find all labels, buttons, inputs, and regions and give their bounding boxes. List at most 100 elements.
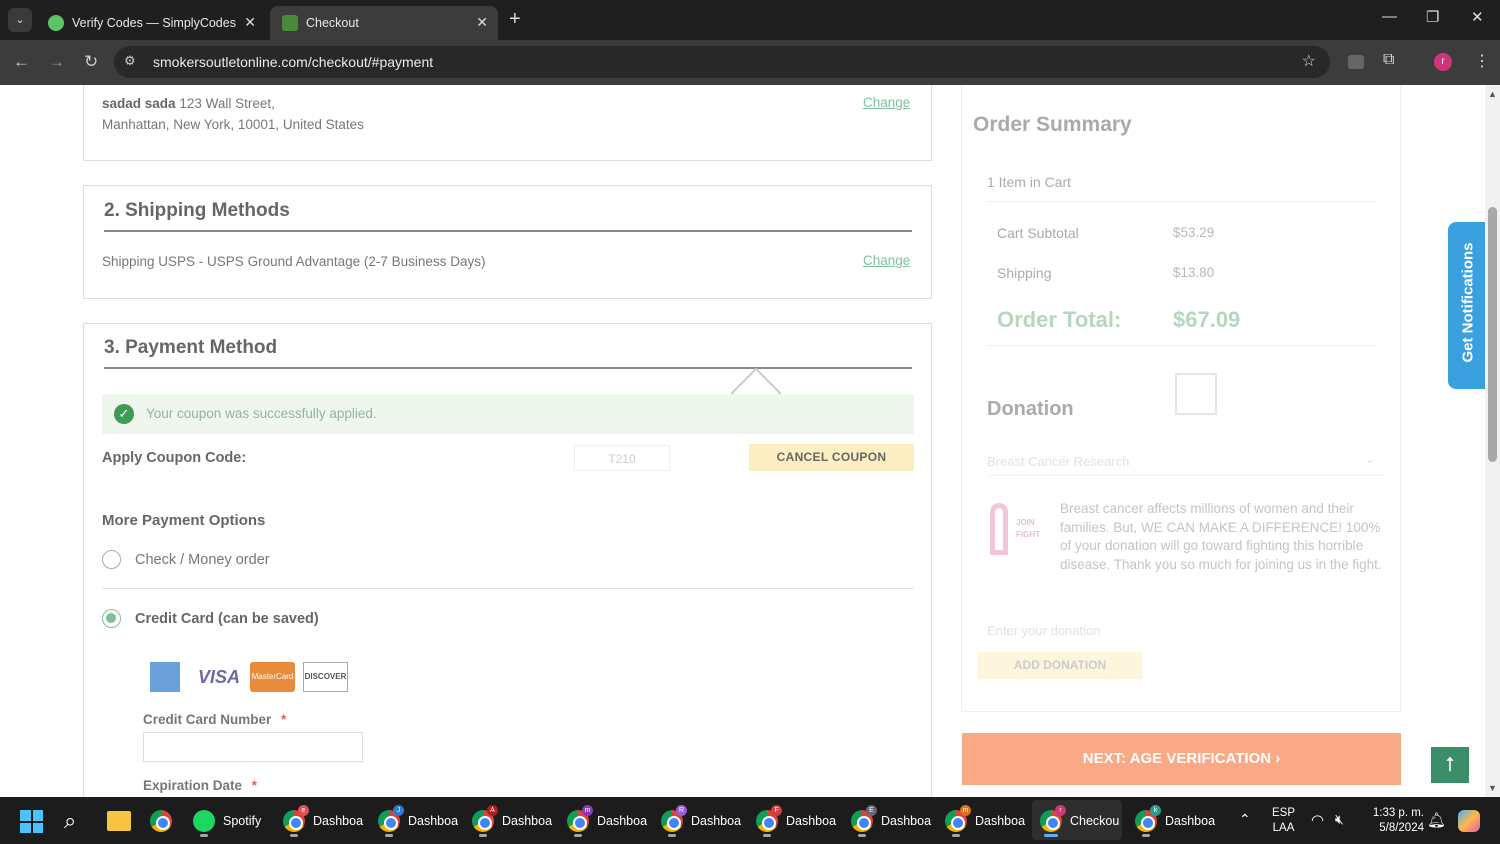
chrome-profile-icon: m <box>567 805 593 837</box>
browser-tab-bar: ⌄ Verify Codes — SimplyCodes ✕ Checkout … <box>0 0 1500 40</box>
payment-method-box: 3. Payment Method ✓ Your coupon was succ… <box>83 323 932 797</box>
close-window-icon[interactable]: ✕ <box>1471 8 1484 26</box>
order-total-label: Order Total: <box>997 307 1122 332</box>
wifi-icon[interactable]: ◠ <box>1311 811 1324 829</box>
extensions-puzzle-icon[interactable]: ⧉ <box>1383 51 1394 69</box>
taskbar-chrome-window[interactable]: A Dashboa <box>472 805 553 837</box>
taskbar-label: Dashboa <box>597 814 648 828</box>
muted-speaker-icon[interactable]: 🔇︎ <box>1335 811 1344 828</box>
mastercard-logo: MasterCard <box>250 662 295 692</box>
language-layout: LAA <box>1272 822 1295 834</box>
more-payment-options-heading: More Payment Options <box>102 512 266 529</box>
taskbar-label: Dashboa <box>502 814 553 828</box>
donation-description: Breast cancer affects millions of women … <box>1060 501 1382 572</box>
next-age-verification-button[interactable]: NEXT: AGE VERIFICATION › <box>962 733 1401 785</box>
chrome-profile-icon: e <box>283 805 309 837</box>
restore-icon[interactable]: ❐ <box>1426 8 1439 26</box>
order-summary-panel: Order Summary 1 Item in Cart Cart Subtot… <box>961 85 1401 712</box>
tab-search-button[interactable]: ⌄ <box>8 8 32 32</box>
search-icon[interactable]: ⌕ <box>64 808 76 834</box>
discover-logo: DISCOVER <box>303 662 348 692</box>
donation-placeholder-icon <box>1175 373 1217 415</box>
scroll-up-arrow-icon[interactable]: ▲ <box>1488 89 1497 99</box>
change-shipping-link[interactable]: Change <box>863 253 910 268</box>
profile-avatar[interactable]: r <box>1434 53 1452 71</box>
card-number-label-text: Credit Card Number <box>143 712 272 727</box>
file-explorer-icon[interactable] <box>107 811 131 831</box>
check-money-order-radio[interactable] <box>102 550 121 569</box>
items-in-cart: 1 Item in Cart <box>987 174 1072 190</box>
address-line1: sadad sada 123 Wall Street, <box>102 96 275 111</box>
cancel-coupon-button[interactable]: CANCEL COUPON <box>749 444 914 471</box>
shipping-address-box: sadad sada 123 Wall Street, Manhattan, N… <box>83 85 932 161</box>
taskbar-label: Dashboa <box>881 814 932 828</box>
expiration-date-label: Expiration Date * <box>143 778 257 793</box>
chrome-profile-icon: E <box>851 805 877 837</box>
chrome-profile-icon: F <box>756 805 782 837</box>
notification-bell-icon[interactable]: 🔔︎ <box>1427 811 1446 829</box>
shipping-label: Shipping <box>997 265 1052 281</box>
scroll-down-arrow-icon[interactable]: ▼ <box>1488 783 1497 793</box>
join-fight-text: JOIN FIGHT <box>1016 518 1040 539</box>
address-bar[interactable]: ⚙ smokersoutletonline.com/checkout/#paym… <box>114 46 1330 78</box>
customer-name: sadad sada <box>102 96 176 111</box>
chrome-profile-icon: A <box>472 805 498 837</box>
chrome-profile-icon: r <box>1040 805 1066 837</box>
donation-cause-value: Breast Cancer Research <box>987 454 1130 469</box>
get-notifications-tab[interactable]: Get Notifications <box>1448 222 1485 389</box>
taskbar-chrome-window[interactable]: m Dashboa <box>567 805 648 837</box>
check-money-order-label[interactable]: Check / Money order <box>135 552 270 568</box>
language-indicator[interactable]: ESP LAA <box>1272 806 1295 836</box>
site-info-icon[interactable]: ⚙ <box>124 53 136 69</box>
taskbar-chrome-window[interactable]: J Dashboa <box>378 805 458 837</box>
clock[interactable]: 1:33 p. m. 5/8/2024 <box>1364 806 1424 836</box>
new-tab-button[interactable]: + <box>509 8 521 31</box>
taskbar-chrome-window[interactable]: E Dashboa <box>851 805 932 837</box>
close-tab-icon[interactable]: ✕ <box>244 14 256 31</box>
minimize-icon[interactable]: — <box>1382 8 1397 25</box>
chrome-icon[interactable] <box>150 810 180 832</box>
scrollbar-thumb[interactable] <box>1488 207 1497 462</box>
taskbar-chrome-window[interactable]: m Dashboa <box>945 805 1026 837</box>
page-scrollbar[interactable]: ▲ ▼ <box>1485 85 1500 797</box>
change-address-link[interactable]: Change <box>863 95 910 110</box>
back-icon[interactable]: ← <box>13 52 30 72</box>
chrome-profile-icon: J <box>378 805 404 837</box>
credit-card-radio[interactable] <box>102 609 121 628</box>
forward-icon[interactable]: → <box>48 52 65 72</box>
copilot-icon[interactable] <box>1458 810 1480 832</box>
taskbar-label: Dashboa <box>975 814 1026 828</box>
taskbar-chrome-window[interactable]: k Dashboa <box>1135 805 1215 837</box>
taskbar-spotify[interactable]: Spotify <box>193 806 261 837</box>
add-donation-button[interactable]: ADD DONATION <box>978 652 1142 679</box>
windows-start-icon[interactable] <box>20 810 43 833</box>
taskbar-label: Checkou <box>1070 814 1120 828</box>
credit-card-label[interactable]: Credit Card (can be saved) <box>135 611 319 627</box>
spotify-icon <box>193 810 215 837</box>
tab-simplycodes[interactable]: Verify Codes — SimplyCodes ✕ <box>36 6 266 40</box>
extension-icon[interactable] <box>1348 55 1364 69</box>
card-number-input[interactable] <box>143 732 363 762</box>
join-fight-logo: JOIN FIGHT <box>984 499 1044 559</box>
bookmark-star-icon[interactable]: ☆ <box>1302 51 1316 71</box>
close-tab-icon[interactable]: ✕ <box>476 14 488 31</box>
scroll-to-top-button[interactable]: ⭡ <box>1431 747 1469 783</box>
amex-logo-icon <box>150 662 180 692</box>
show-hidden-icons-chevron-icon[interactable]: ⌃ <box>1239 811 1251 828</box>
taskbar-chrome-checkout-active[interactable]: r Checkou <box>1040 805 1120 837</box>
donation-heading: Donation <box>987 398 1074 420</box>
taskbar-chrome-window[interactable]: R Dashboa <box>661 805 741 837</box>
checkout-page: sadad sada 123 Wall Street, Manhattan, N… <box>0 85 1485 797</box>
browser-menu-icon[interactable]: ⋮ <box>1474 51 1490 71</box>
shipping-value: $13.80 <box>1173 265 1215 280</box>
coupon-code-input[interactable]: T210 <box>574 445 670 471</box>
donation-amount-input[interactable]: Enter your donation <box>987 614 1377 640</box>
clock-date: 5/8/2024 <box>1379 822 1424 834</box>
payment-method-heading: 3. Payment Method <box>104 337 278 358</box>
taskbar-chrome-window[interactable]: e Dashboa <box>283 805 363 837</box>
donation-cause-select[interactable]: Breast Cancer Research ⌄ <box>987 446 1385 476</box>
taskbar-chrome-window[interactable]: F Dashboa <box>756 805 836 837</box>
tab-checkout[interactable]: Checkout ✕ <box>270 6 498 40</box>
divider <box>987 201 1377 202</box>
reload-icon[interactable]: ↻ <box>84 52 98 72</box>
